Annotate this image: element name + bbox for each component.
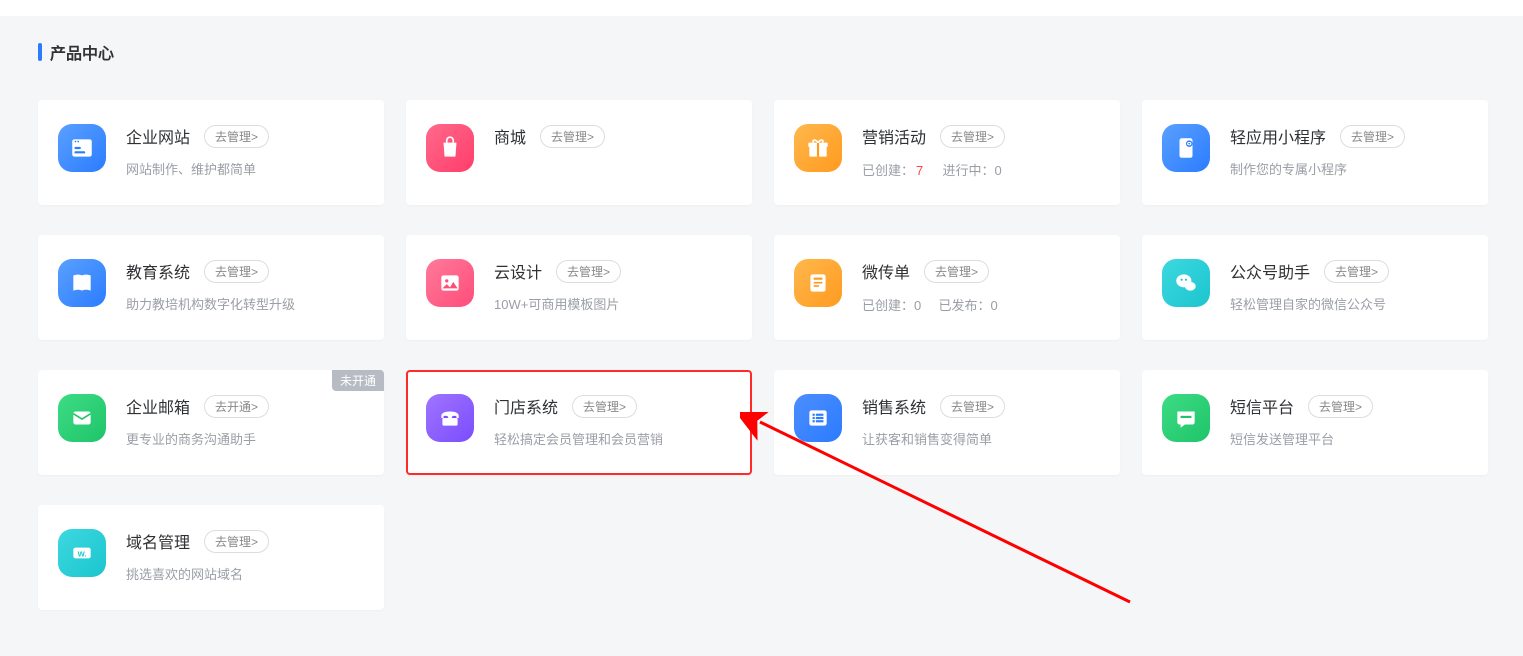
- manage-button[interactable]: 去管理>: [1324, 260, 1389, 283]
- card-email[interactable]: 未开通 企业邮箱 去开通> 更专业的商务沟通助手: [38, 370, 384, 475]
- store-icon: [426, 394, 474, 442]
- manage-button[interactable]: 去管理>: [204, 125, 269, 148]
- card-desc: 更专业的商务沟通助手: [126, 430, 364, 451]
- card-flyer[interactable]: 微传单 去管理> 已创建：0 已发布：0: [774, 235, 1120, 340]
- chat-icon: [1162, 394, 1210, 442]
- card-title: 商城: [494, 124, 526, 148]
- stat-created-value: 0: [914, 298, 921, 313]
- card-title: 营销活动: [862, 124, 926, 148]
- card-wechat-helper[interactable]: 公众号助手 去管理> 轻松管理自家的微信公众号: [1142, 235, 1488, 340]
- domain-icon: W.: [58, 529, 106, 577]
- card-mall[interactable]: 商城 去管理>: [406, 100, 752, 205]
- card-desc: 短信发送管理平台: [1230, 430, 1468, 451]
- card-sms[interactable]: 短信平台 去管理> 短信发送管理平台: [1142, 370, 1488, 475]
- card-title: 企业网站: [126, 124, 190, 148]
- stat-publish-label: 已发布：: [939, 298, 991, 313]
- card-education[interactable]: 教育系统 去管理> 助力教培机构数字化转型升级: [38, 235, 384, 340]
- card-title: 教育系统: [126, 259, 190, 283]
- card-desc: 让获客和销售变得简单: [862, 430, 1100, 451]
- card-miniapp[interactable]: 轻应用小程序 去管理> 制作您的专属小程序: [1142, 100, 1488, 205]
- card-desc: 制作您的专属小程序: [1230, 160, 1468, 181]
- stat-publish-value: 0: [991, 298, 998, 313]
- open-button[interactable]: 去开通>: [204, 395, 269, 418]
- stat-progress-label: 进行中：: [943, 163, 995, 178]
- card-marketing[interactable]: 营销活动 去管理> 已创建：7 进行中：0: [774, 100, 1120, 205]
- miniapp-icon: [1162, 124, 1210, 172]
- manage-button[interactable]: 去管理>: [940, 395, 1005, 418]
- card-title: 销售系统: [862, 394, 926, 418]
- card-desc: 轻松搞定会员管理和会员营销: [494, 430, 732, 451]
- website-icon: [58, 124, 106, 172]
- card-desc: 挑选喜欢的网站域名: [126, 565, 364, 586]
- card-stats: 已创建：7 进行中：0: [862, 160, 1100, 179]
- card-title: 轻应用小程序: [1230, 124, 1326, 148]
- list-icon: [794, 394, 842, 442]
- gift-icon: [794, 124, 842, 172]
- manage-button[interactable]: 去管理>: [204, 260, 269, 283]
- flyer-icon: [794, 259, 842, 307]
- card-desc: 网站制作、维护都简单: [126, 160, 364, 181]
- card-stats: 已创建：0 已发布：0: [862, 295, 1100, 314]
- card-title: 公众号助手: [1230, 259, 1310, 283]
- card-title: 门店系统: [494, 394, 558, 418]
- top-bar: [0, 0, 1523, 16]
- section-title: 产品中心: [50, 40, 114, 64]
- manage-button[interactable]: 去管理>: [556, 260, 621, 283]
- card-domain[interactable]: W. 域名管理 去管理> 挑选喜欢的网站域名: [38, 505, 384, 610]
- svg-text:W.: W.: [78, 549, 87, 558]
- manage-button[interactable]: 去管理>: [940, 125, 1005, 148]
- card-title: 云设计: [494, 259, 542, 283]
- product-grid: 企业网站 去管理> 网站制作、维护都简单 商城 去管理> 营销活动 去管理>: [0, 72, 1523, 610]
- stat-created-label: 已创建：: [862, 163, 914, 178]
- card-sales[interactable]: 销售系统 去管理> 让获客和销售变得简单: [774, 370, 1120, 475]
- stat-progress-value: 0: [995, 163, 1002, 178]
- image-icon: [426, 259, 474, 307]
- shopping-bag-icon: [426, 124, 474, 172]
- stat-created-label: 已创建：: [862, 298, 914, 313]
- card-title: 短信平台: [1230, 394, 1294, 418]
- manage-button[interactable]: 去管理>: [924, 260, 989, 283]
- card-store-system[interactable]: 门店系统 去管理> 轻松搞定会员管理和会员营销: [406, 370, 752, 475]
- manage-button[interactable]: 去管理>: [540, 125, 605, 148]
- card-desc: 10W+可商用模板图片: [494, 295, 732, 316]
- book-icon: [58, 259, 106, 307]
- card-title: 企业邮箱: [126, 394, 190, 418]
- mail-icon: [58, 394, 106, 442]
- status-badge-unopened: 未开通: [332, 370, 384, 391]
- manage-button[interactable]: 去管理>: [1340, 125, 1405, 148]
- section-header: 产品中心: [0, 16, 1523, 72]
- manage-button[interactable]: 去管理>: [572, 395, 637, 418]
- card-desc: 助力教培机构数字化转型升级: [126, 295, 364, 316]
- card-design[interactable]: 云设计 去管理> 10W+可商用模板图片: [406, 235, 752, 340]
- card-website[interactable]: 企业网站 去管理> 网站制作、维护都简单: [38, 100, 384, 205]
- stat-created-value: 7: [916, 163, 923, 178]
- manage-button[interactable]: 去管理>: [1308, 395, 1373, 418]
- card-title: 微传单: [862, 259, 910, 283]
- card-title: 域名管理: [126, 529, 190, 553]
- section-accent-bar: [38, 43, 42, 61]
- manage-button[interactable]: 去管理>: [204, 530, 269, 553]
- wechat-icon: [1162, 259, 1210, 307]
- card-desc: 轻松管理自家的微信公众号: [1230, 295, 1468, 316]
